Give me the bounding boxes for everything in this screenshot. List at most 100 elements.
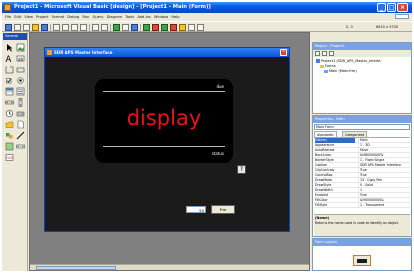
display-panel[interactable]: due display status [95,79,233,163]
redo-icon[interactable] [101,24,108,31]
menu-debug[interactable]: Debug [67,15,79,19]
ole-icon[interactable]: OLE [5,153,14,162]
vscrollbar-icon[interactable] [16,98,25,107]
picturebox-icon[interactable] [16,43,25,52]
help-search-box[interactable] [395,14,409,19]
toggle-folders-icon[interactable] [329,51,334,56]
find-icon[interactable] [80,24,87,31]
start-icon[interactable] [113,24,120,31]
property-row[interactable]: FillStyle 1 - Transparent [314,203,410,208]
help-button[interactable]: ? [237,165,246,174]
menu-window[interactable]: Window [154,15,168,19]
end-icon[interactable] [131,24,138,31]
property-name: FillStyle [315,203,328,207]
dirlistbox-icon[interactable] [5,120,14,129]
svg-text:A: A [6,55,12,63]
timer-icon[interactable] [5,109,14,118]
form-main[interactable]: SDR APS Master Interface × due display s… [44,47,290,232]
cut-icon[interactable] [53,24,60,31]
form-layout-window: Form Layout [312,238,412,271]
value-textbox[interactable]: 50 [186,206,206,213]
tree-item-project[interactable]: Project1 (SDR_APS_Master_Interfa [316,59,381,63]
property-value[interactable]: 1 - Transparent [358,203,410,208]
toolbar-separator [140,24,141,31]
tree-form-label: Main (Main.frm) [329,69,357,73]
minimize-button[interactable]: _ [377,3,386,12]
menu-addins[interactable]: Add-Ins [137,15,150,19]
listbox-icon[interactable] [16,87,25,96]
paste-icon[interactable] [71,24,78,31]
svg-text:OLE: OLE [6,156,12,160]
close-button[interactable]: × [397,3,408,12]
description-title: (Name) [315,216,330,220]
toolbar-separator [110,24,111,31]
form-title: SDR APS Master Interface [54,50,113,55]
form-layout-preview[interactable] [353,255,371,266]
menu-tools[interactable]: Tools [125,15,134,19]
tree-project-label: Project1 (SDR_APS_Master_Interfa [321,59,381,63]
optionbutton-icon[interactable] [16,76,25,85]
project-explorer: Project - Project1 Project1 (SDR_APS_Mas… [312,42,412,114]
menu-query[interactable]: Query [93,15,104,19]
project-explorer-title: Project - Project1 [313,43,411,50]
menu-project[interactable]: Project [36,15,48,19]
component-manager-icon[interactable] [197,24,204,31]
menu-diagram[interactable]: Diagram [107,15,122,19]
filelistbox-icon[interactable] [16,120,25,129]
pointer-icon[interactable] [5,43,14,52]
form-position-readout: 0, 0 [346,25,353,29]
form-close-button[interactable]: × [280,49,287,56]
view-object-icon[interactable] [322,51,327,56]
project-explorer-icon[interactable] [143,24,150,31]
add-form-icon[interactable] [14,24,21,31]
data-control-icon[interactable] [16,142,25,151]
label-icon[interactable]: A [5,54,14,65]
line-icon[interactable] [16,131,25,140]
combobox-icon[interactable] [5,87,14,96]
frame-icon[interactable] [5,65,14,74]
menu-edit[interactable]: Edit [14,15,21,19]
undo-icon[interactable] [92,24,99,31]
toolbox-icon[interactable] [179,24,186,31]
menu-file[interactable]: File [5,15,11,19]
add-project-icon[interactable] [5,24,12,31]
textbox-icon[interactable]: ab [16,54,25,63]
form-layout-icon[interactable] [161,24,168,31]
properties-window-icon[interactable] [152,24,159,31]
designer-horizontal-scrollbar[interactable] [30,264,309,270]
menu-view[interactable]: View [24,15,33,19]
open-project-icon[interactable] [32,24,39,31]
view-code-icon[interactable] [315,51,320,56]
scrollbar-thumb[interactable] [36,266,116,270]
copy-icon[interactable] [62,24,69,31]
checkbox-icon[interactable] [5,76,14,85]
form-client-area[interactable]: due display status ? 50 Fire [45,57,289,231]
shape-icon[interactable] [5,131,14,140]
drivelistbox-icon[interactable] [16,109,25,118]
fire-button[interactable]: Fire [211,205,235,214]
form-title-bar[interactable]: SDR APS Master Interface × [45,48,289,57]
tree-item-forms[interactable]: Forms [320,64,336,68]
data-view-icon[interactable] [188,24,195,31]
break-icon[interactable] [122,24,129,31]
menu-editor-icon[interactable] [23,24,30,31]
save-project-icon[interactable] [41,24,48,31]
object-selector[interactable]: Main Form [314,124,410,130]
properties-title: Properties - Main [313,116,411,123]
value-text: 50 [199,208,204,213]
maximize-button[interactable]: □ [387,3,396,12]
menu-format[interactable]: Format [52,15,65,19]
tree-folder-label: Forms [325,64,336,68]
menu-run[interactable]: Run [82,15,89,19]
toolbar-separator [50,24,51,31]
title-bar[interactable]: Project1 - Microsoft Visual Basic [desig… [2,2,412,13]
image-icon[interactable] [5,142,14,151]
object-browser-icon[interactable] [170,24,177,31]
menu-help[interactable]: Help [171,15,179,19]
display-label: display [126,106,202,130]
hscrollbar-icon[interactable] [5,98,14,107]
commandbutton-icon[interactable] [16,65,25,74]
vb-app-icon [4,4,11,11]
project-icon [316,59,320,63]
tree-item-main[interactable]: Main (Main.frm) [324,69,357,73]
